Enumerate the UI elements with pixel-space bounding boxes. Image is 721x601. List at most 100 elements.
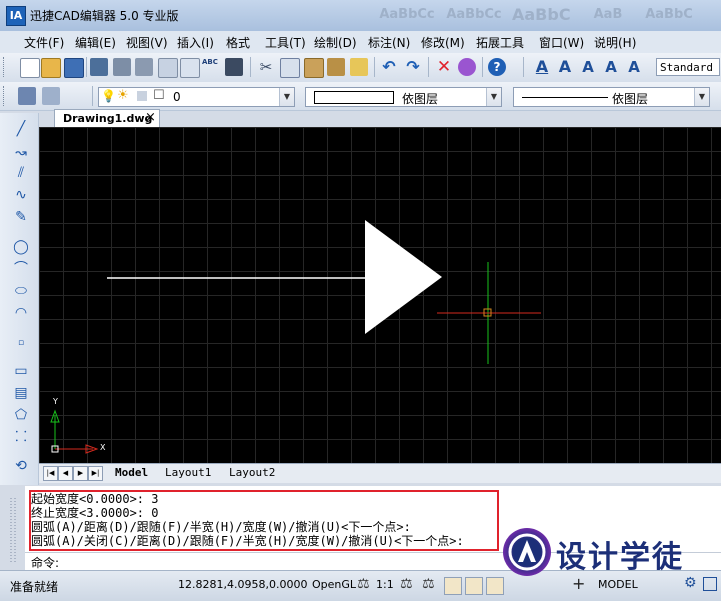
binoculars-icon[interactable] [225, 58, 243, 76]
find-text-icon[interactable]: A [602, 58, 620, 76]
menu-file[interactable]: 文件(F) [24, 34, 64, 51]
opengl-indicator[interactable]: OpenGL [312, 578, 356, 591]
circle-icon[interactable]: ◯ [11, 237, 31, 257]
menu-tools[interactable]: 工具(T) [265, 34, 306, 51]
crosshair-icon[interactable]: + [572, 574, 585, 593]
drawing-canvas[interactable]: Y X [39, 127, 721, 463]
ucs-y-label: Y [53, 397, 58, 406]
grid-display-icon[interactable] [465, 577, 483, 595]
toolbar-grip[interactable] [3, 57, 7, 77]
tab-layout2[interactable]: Layout2 [229, 466, 275, 479]
text-scale-icon[interactable]: A [625, 58, 643, 76]
next-tab-icon[interactable]: ▶ [73, 466, 88, 481]
lineweight-label: 依图层 [612, 92, 649, 106]
chevron-down-icon[interactable]: ▼ [694, 88, 709, 106]
lineweight-select[interactable]: 依图层 ▼ [513, 87, 710, 107]
text-style-icon[interactable]: A [533, 58, 551, 76]
single-line-text-icon[interactable]: A [556, 58, 574, 76]
menu-dimension[interactable]: 标注(N) [368, 34, 410, 51]
chevron-down-icon[interactable]: ▼ [279, 88, 294, 106]
save-icon[interactable] [64, 58, 84, 78]
ellipse-icon[interactable]: ⬭ [11, 281, 31, 301]
annotation-scale[interactable]: 1:1 [376, 578, 394, 591]
paste-icon[interactable] [304, 58, 324, 78]
chevron-down-icon[interactable]: ▼ [486, 88, 501, 106]
polyline-icon[interactable]: ↝ [11, 143, 31, 163]
spline-icon[interactable]: ∿ [11, 185, 31, 205]
command-window-grip[interactable] [8, 494, 20, 568]
table-icon[interactable]: ⸬ [11, 427, 31, 447]
delete-icon[interactable]: ✕ [435, 58, 453, 76]
sun-icon[interactable]: ☀ [117, 88, 129, 103]
page-setup-icon[interactable] [158, 58, 178, 78]
model-space-toggle[interactable]: MODEL [598, 578, 638, 591]
app-icon[interactable]: IA [6, 6, 26, 26]
last-tab-icon[interactable]: ▶| [88, 466, 103, 481]
layer-manager-icon[interactable] [18, 87, 36, 105]
arc-icon[interactable]: ⌒ [11, 259, 31, 279]
paste-special-icon[interactable] [327, 58, 345, 76]
command-prompt: 命令: [31, 556, 60, 570]
menu-view[interactable]: 视图(V) [126, 34, 168, 51]
linetype-select[interactable]: 依图层 ▼ [305, 87, 502, 107]
freehand-icon[interactable]: ✎ [11, 207, 31, 227]
find-icon[interactable] [180, 58, 200, 78]
edit-text-icon[interactable]: A [579, 58, 597, 76]
menu-modify[interactable]: 修改(M) [421, 34, 465, 51]
layout-tab-bar: |◀ ◀ ▶ ▶| Model Layout1 Layout2 [39, 463, 721, 483]
text-style-select[interactable]: Standard [656, 58, 720, 76]
tab-layout1[interactable]: Layout1 [165, 466, 211, 479]
redo-icon[interactable]: ↷ [404, 58, 422, 76]
tab-drawing1[interactable]: Drawing1.dwg × [54, 109, 160, 128]
first-tab-icon[interactable]: |◀ [43, 466, 58, 481]
print-preview-icon[interactable] [135, 58, 153, 76]
close-icon[interactable]: × [145, 110, 156, 125]
command-history-highlight: 起始宽度<0.0000>: 3 终止宽度<3.0000>: 0 圆弧(A)/距离… [29, 490, 499, 551]
color-swatch-icon[interactable]: ☐ [153, 88, 165, 103]
command-history-line: 终止宽度<3.0000>: 0 [31, 506, 159, 520]
region-icon[interactable]: ⬠ [11, 405, 31, 425]
purge-icon[interactable] [458, 58, 476, 76]
snap-mode-icon[interactable] [444, 577, 462, 595]
auto-scale-icon[interactable]: ⚖ [422, 576, 435, 592]
line-icon[interactable]: ╱ [11, 119, 31, 139]
help-icon[interactable]: ? [488, 58, 506, 76]
print-icon[interactable] [113, 58, 131, 76]
menu-extend-tools[interactable]: 拓展工具 [476, 34, 524, 51]
undo-icon[interactable]: ↶ [380, 58, 398, 76]
previous-tab-icon[interactable]: ◀ [58, 466, 73, 481]
annotation-scale-icon[interactable]: ⚖ [357, 576, 370, 592]
gear-icon[interactable]: ⚙ [684, 575, 697, 591]
cut-icon[interactable]: ✂ [257, 58, 275, 76]
ortho-mode-icon[interactable] [486, 577, 504, 595]
spell-check-icon[interactable]: ABC [202, 58, 220, 76]
layer-select[interactable]: 💡 ☀ ☐ 0 ▼ [98, 87, 295, 107]
copy-icon[interactable] [280, 58, 300, 78]
revision-cloud-icon[interactable]: ⟲ [11, 456, 31, 476]
match-properties-icon[interactable] [350, 58, 368, 76]
new-file-icon[interactable] [20, 58, 40, 78]
toolbar-grip[interactable] [3, 86, 7, 106]
menu-format[interactable]: 格式 [226, 34, 250, 51]
point-icon[interactable]: ▫ [11, 333, 31, 353]
layer-previous-icon[interactable] [42, 87, 60, 105]
open-folder-icon[interactable] [41, 58, 61, 78]
toolbar-separator [250, 57, 251, 77]
menu-window[interactable]: 窗口(W) [539, 34, 584, 51]
menu-edit[interactable]: 编辑(E) [75, 34, 116, 51]
annotation-visibility-icon[interactable]: ⚖ [400, 576, 413, 592]
save-as-icon[interactable] [90, 58, 108, 76]
multiline-icon[interactable]: ⫽ [11, 163, 31, 183]
title-bar: IA 迅捷CAD编辑器 5.0 专业版 AaBbCc AaBbCc AaBbC … [0, 0, 721, 32]
menu-help[interactable]: 说明(H) [594, 34, 636, 51]
elliptical-arc-icon[interactable]: ◠ [11, 303, 31, 323]
window-title: 迅捷CAD编辑器 5.0 专业版 [30, 9, 179, 23]
tab-model[interactable]: Model [115, 466, 148, 479]
lightbulb-icon[interactable]: 💡 [101, 89, 116, 103]
rectangle-icon[interactable]: ▭ [11, 361, 31, 381]
clean-screen-icon[interactable] [703, 577, 717, 591]
hatch-icon[interactable]: ▤ [11, 383, 31, 403]
menu-insert[interactable]: 插入(I) [177, 34, 214, 51]
menu-draw[interactable]: 绘制(D) [314, 34, 357, 51]
lock-icon[interactable] [137, 91, 147, 101]
